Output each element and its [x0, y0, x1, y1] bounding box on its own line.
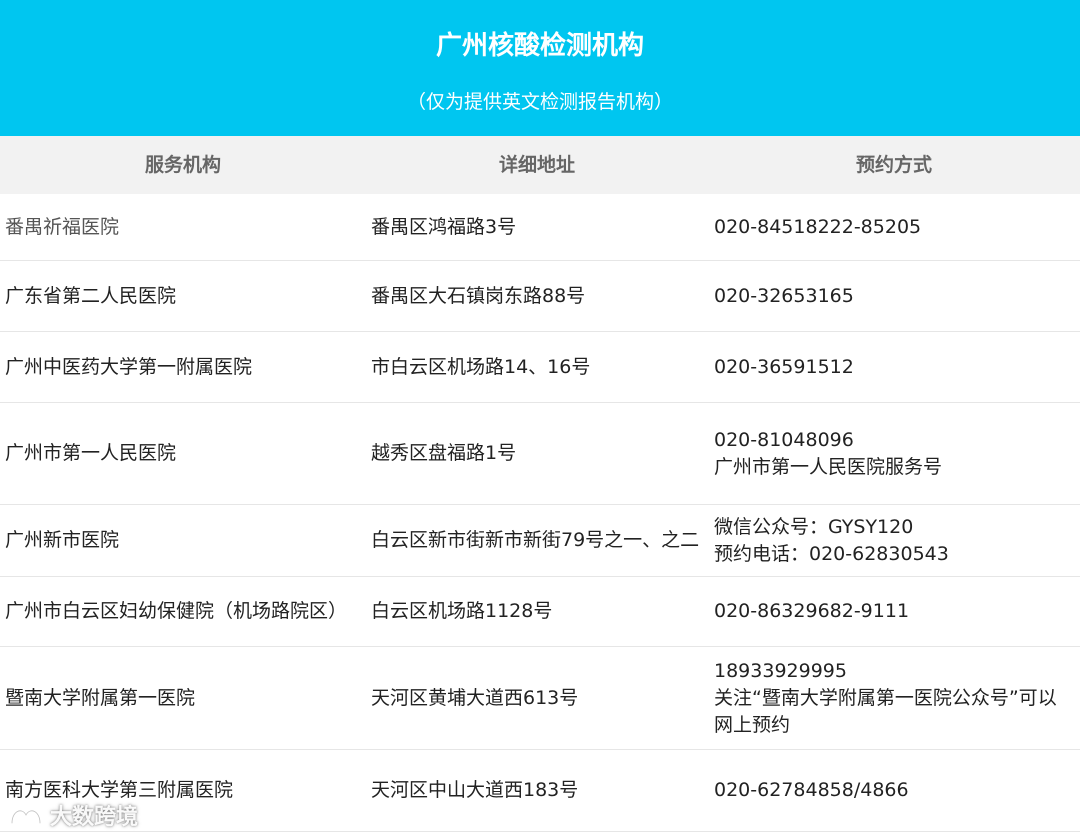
address-cell: 白云区新市街新市新街79号之一、之二 — [371, 529, 700, 551]
address-cell: 天河区中山大道西183号 — [371, 779, 579, 801]
address-cell: 天河区黄埔大道西613号 — [371, 686, 579, 709]
watermark: 大数跨境 — [8, 800, 138, 830]
address-cell: 白云区机场路1128号 — [371, 600, 553, 622]
institution-cell: 广州新市医院 — [5, 529, 120, 551]
table-row: 广东省第二人民医院 番禺区大石镇岗东路88号 020-32653165 — [0, 261, 1080, 332]
watermark-logo-icon — [8, 803, 44, 827]
table-header: 服务机构 详细地址 预约方式 — [0, 136, 1080, 194]
table-row: 广州中医药大学第一附属医院 市白云区机场路14、16号 020-36591512 — [0, 332, 1080, 403]
booking-cell: 020-62784858/4866 — [714, 779, 909, 801]
address-cell: 越秀区盘福路1号 — [371, 442, 517, 464]
title-banner: 广州核酸检测机构 （仅为提供英文检测报告机构） — [0, 0, 1080, 136]
institution-cell: 广州中医药大学第一附属医院 — [5, 355, 253, 378]
booking-cell: 020-32653165 — [714, 284, 854, 307]
table-row: 番禺祈福医院 番禺区鸿福路3号 020-84518222-85205 — [0, 194, 1080, 261]
watermark-text: 大数跨境 — [50, 805, 139, 830]
address-cell: 番禺区大石镇岗东路88号 — [371, 284, 586, 307]
booking-cell: 微信公众号：GYSY120 预约电话：020-62830543 — [714, 515, 949, 565]
institution-cell: 广东省第二人民医院 — [5, 284, 177, 307]
table-row: 南方医科大学第三附属医院 天河区中山大道西183号 020-62784858/4… — [0, 750, 1080, 832]
booking-cell: 18933929995 关注“暨南大学附属第一医院公众号”可以网上预约 — [714, 659, 1057, 736]
header-institution: 服务机构 — [144, 154, 221, 176]
address-cell: 市白云区机场路14、16号 — [371, 355, 591, 378]
booking-cell: 020-86329682-9111 — [714, 600, 910, 622]
institution-cell: 番禺祈福医院 — [5, 215, 120, 238]
booking-cell: 020-84518222-85205 — [714, 215, 922, 238]
table-body: 番禺祈福医院 番禺区鸿福路3号 020-84518222-85205 广东省第二… — [0, 194, 1080, 832]
table-row: 广州新市医院 白云区新市街新市新街79号之一、之二 微信公众号：GYSY120 … — [0, 505, 1080, 577]
page-subtitle: （仅为提供英文检测报告机构） — [406, 91, 673, 113]
table-row: 广州市第一人民医院 越秀区盘福路1号 020-81048096 广州市第一人民医… — [0, 403, 1080, 505]
page-title: 广州核酸检测机构 — [435, 31, 644, 61]
institution-cell: 广州市白云区妇幼保健院（机场路院区） — [5, 600, 348, 622]
institution-cell: 广州市第一人民医院 — [5, 442, 177, 464]
booking-cell: 020-36591512 — [714, 355, 854, 378]
booking-cell: 020-81048096 广州市第一人民医院服务号 — [714, 428, 943, 478]
institution-cell: 暨南大学附属第一医院 — [5, 686, 196, 709]
header-booking: 预约方式 — [855, 154, 932, 176]
table-row: 广州市白云区妇幼保健院（机场路院区） 白云区机场路1128号 020-86329… — [0, 577, 1080, 647]
table-row: 暨南大学附属第一医院 天河区黄埔大道西613号 18933929995 关注“暨… — [0, 647, 1080, 750]
address-cell: 番禺区鸿福路3号 — [371, 215, 517, 238]
header-address: 详细地址 — [498, 154, 575, 176]
